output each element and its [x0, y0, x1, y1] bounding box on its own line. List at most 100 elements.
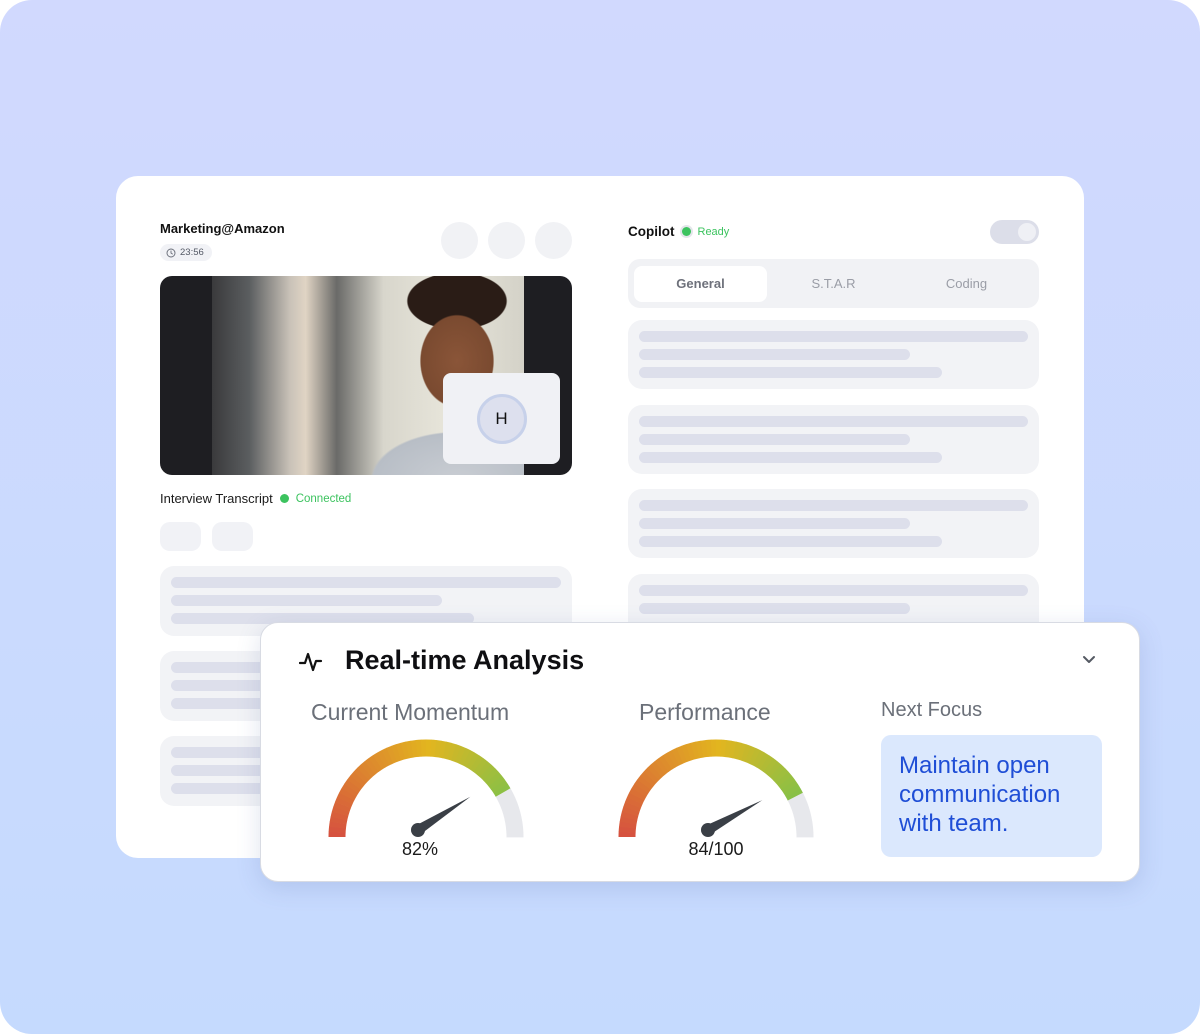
gauge-fill-segment: [690, 741, 700, 760]
gauge-fill-segment: [488, 775, 506, 790]
panel-title: Real-time Analysis: [345, 645, 585, 675]
skeleton-line: [639, 349, 910, 360]
gauge-fill-segment: [634, 779, 652, 794]
momentum-label: Current Momentum: [311, 699, 510, 725]
connected-status-dot: [279, 494, 289, 503]
gauge-fill-segment: [353, 767, 370, 784]
gauge-fill-segment: [658, 755, 673, 772]
gauge-fill-segment: [775, 771, 793, 787]
circle-button-2[interactable]: [488, 222, 525, 259]
gauge-fill-segment: [458, 747, 471, 766]
copilot-title: Copilot: [628, 224, 675, 239]
gauge-fill-segment: [640, 771, 657, 787]
circle-button-1[interactable]: [441, 222, 478, 259]
gauge-fill-segment: [405, 740, 414, 759]
gauge-fill-segment: [344, 779, 362, 794]
gauge-fill-segment: [350, 771, 367, 787]
gauge-fill-segment: [391, 744, 402, 762]
skeleton-line: [639, 367, 942, 378]
gauge-fill-segment: [695, 740, 704, 759]
copilot-header: Copilot Ready: [628, 224, 729, 239]
gauge-fill-segment: [756, 752, 770, 770]
gauge-fill-segment: [333, 801, 351, 813]
gauge-fill-segment: [442, 741, 452, 760]
gauge-track-segment: [795, 821, 814, 829]
gauge-fill-segment: [479, 764, 496, 781]
transcript-filter-chip[interactable]: [212, 522, 253, 551]
tab-coding[interactable]: Coding: [900, 266, 1033, 302]
gauge-fill-segment: [662, 752, 677, 770]
gauge-fill-segment: [619, 816, 638, 825]
ready-status-dot: [681, 227, 691, 236]
gauge-fill-segment: [462, 750, 476, 768]
gauge-fill-segment: [410, 739, 418, 758]
gauge-fill-segment: [778, 775, 796, 790]
gauge-fill-segment: [769, 764, 786, 781]
gauge-fill-segment: [763, 758, 778, 775]
gauge-fill-segment: [339, 787, 357, 801]
circle-button-3[interactable]: [535, 222, 572, 259]
transcript-header: Interview Transcript Connected: [160, 491, 351, 506]
gauge-track-segment: [787, 792, 806, 805]
skeleton-line: [639, 603, 910, 614]
gauge-track-segment: [789, 797, 808, 809]
gauge-fill-segment: [783, 783, 801, 798]
skeleton-line: [639, 416, 1028, 427]
gauge-track-segment: [791, 802, 809, 813]
gauge-track-segment: [793, 811, 812, 821]
skeleton-line: [171, 577, 561, 588]
gauge-fill-segment: [336, 792, 355, 805]
performance-value: 84/100: [688, 839, 744, 859]
gauge-track-segment: [505, 821, 524, 829]
skeleton-line: [171, 595, 442, 606]
chevron-down-icon[interactable]: [1081, 651, 1097, 667]
gauge-fill-segment: [434, 740, 442, 758]
timer-text: 23:56: [180, 247, 204, 258]
gauge-fill-segment: [681, 744, 692, 762]
transcript-filter-chip[interactable]: [160, 522, 201, 551]
gauge-track-segment: [504, 816, 523, 825]
meeting-title: Marketing@Amazon: [160, 221, 285, 236]
skeleton-line: [639, 331, 1028, 342]
gauge-fill-segment: [728, 740, 737, 759]
gauge-fill-segment: [329, 821, 347, 829]
momentum-value: 82%: [401, 839, 439, 859]
gauge-fill-segment: [476, 761, 492, 778]
gauge-fill-segment: [364, 757, 379, 775]
gauge-fill-segment: [631, 783, 649, 797]
transcript-title: Interview Transcript: [160, 491, 273, 506]
gauge-fill-segment: [368, 755, 383, 772]
gauge-fill-segment: [744, 745, 757, 764]
tab-general[interactable]: General: [634, 265, 767, 302]
self-avatar: H: [476, 393, 527, 444]
gauge-fill-segment: [685, 742, 696, 761]
clock-icon: [166, 248, 176, 257]
gauge-fill-segment: [766, 761, 782, 778]
gauge-fill-segment: [454, 745, 467, 764]
gauge-fill-segment: [637, 775, 654, 790]
gauge-track-segment: [794, 816, 813, 825]
gauge-fill-segment: [671, 747, 684, 766]
gauge-fill-segment: [643, 767, 660, 784]
gauge-track-segment: [495, 788, 514, 801]
performance-label: Performance: [639, 699, 771, 725]
gauge-fill-segment: [759, 755, 774, 773]
gauge-fill-segment: [334, 796, 353, 809]
gauge-fill-segment: [446, 742, 457, 761]
gauge-fill-segment: [785, 788, 804, 801]
transcript-status: Connected: [295, 492, 352, 505]
toggle-knob: [1018, 223, 1036, 241]
copilot-response-placeholder: [628, 320, 1039, 389]
skeleton-line: [639, 500, 1028, 511]
gauge-fill-segment: [647, 764, 663, 781]
gauge-fill-segment: [485, 771, 503, 787]
tab-star[interactable]: S.T.A.R: [767, 266, 900, 302]
copilot-toggle[interactable]: [990, 220, 1039, 244]
gauge-fill-segment: [493, 783, 511, 798]
skeleton-line: [639, 452, 942, 463]
gauge-fill-segment: [654, 757, 669, 775]
next-focus-label: Next Focus: [881, 699, 983, 721]
gauge-fill-segment: [624, 796, 643, 809]
gauge-fill-segment: [357, 764, 373, 781]
gauge-fill-segment: [629, 787, 647, 801]
